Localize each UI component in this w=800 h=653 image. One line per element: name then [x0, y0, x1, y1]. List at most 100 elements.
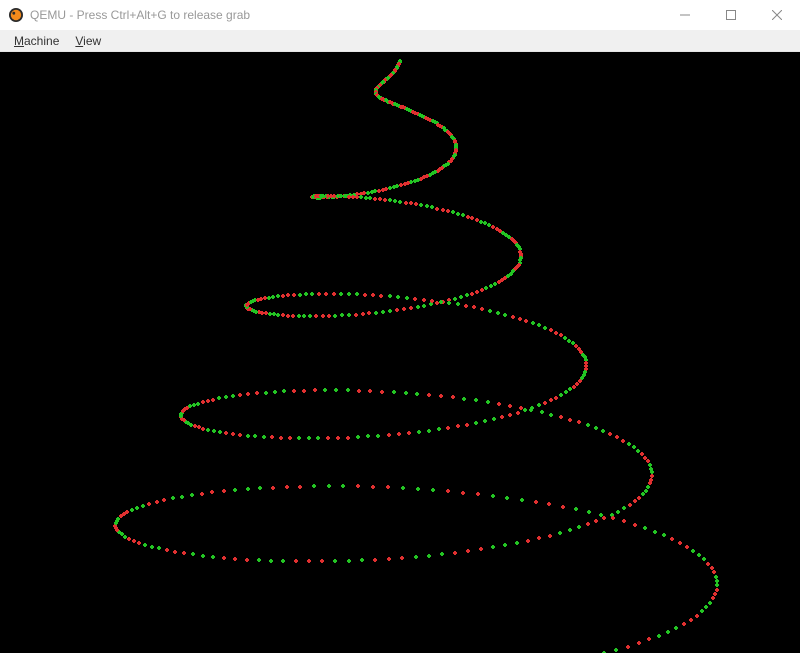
- spiral-dot: [403, 182, 407, 186]
- spiral-dot: [465, 423, 469, 427]
- spiral-dot: [327, 314, 331, 318]
- spiral-dot: [601, 429, 605, 433]
- spiral-dot: [302, 389, 306, 393]
- spiral-dot: [308, 314, 312, 318]
- spiral-dot: [446, 489, 450, 493]
- spiral-dot: [691, 549, 695, 553]
- spiral-dot: [282, 389, 286, 393]
- close-button[interactable]: [754, 0, 800, 30]
- spiral-dot: [368, 196, 372, 200]
- spiral-dot: [708, 601, 712, 605]
- spiral-dot: [201, 400, 205, 404]
- spiral-dot: [281, 313, 285, 317]
- spiral-dot: [210, 490, 214, 494]
- spiral-dot: [272, 312, 276, 316]
- spiral-dot: [685, 545, 689, 549]
- spiral-dot: [388, 186, 392, 190]
- spiral-dot: [451, 210, 455, 214]
- spiral-dot: [286, 314, 290, 318]
- spiral-dot: [486, 400, 490, 404]
- spiral-dot: [430, 205, 434, 209]
- spiral-dot: [480, 288, 484, 292]
- spiral-dot: [191, 552, 195, 556]
- spiral-dot: [483, 419, 487, 423]
- spiral-dot: [246, 392, 250, 396]
- minimize-button[interactable]: [662, 0, 708, 30]
- spiral-dot: [621, 439, 625, 443]
- spiral-dot: [453, 551, 457, 555]
- spiral-dot: [524, 319, 528, 323]
- emulator-viewport[interactable]: [0, 52, 800, 653]
- spiral-dot: [404, 391, 408, 395]
- maximize-button[interactable]: [708, 0, 754, 30]
- menu-machine[interactable]: Machine: [6, 32, 67, 50]
- spiral-dot: [561, 505, 565, 509]
- qemu-window: QEMU - Press Ctrl+Alt+G to release grab …: [0, 0, 800, 653]
- spiral-dot: [333, 559, 337, 563]
- titlebar[interactable]: QEMU - Press Ctrl+Alt+G to release grab: [0, 0, 800, 30]
- spiral-dot: [386, 485, 390, 489]
- spiral-dot: [222, 489, 226, 493]
- spiral-dot: [368, 389, 372, 393]
- spiral-dot: [425, 204, 429, 208]
- spiral-dot: [489, 284, 493, 288]
- spiral-dot: [549, 328, 553, 332]
- spiral-dot: [180, 495, 184, 499]
- spiral-dot: [268, 312, 272, 316]
- spiral-dot: [125, 510, 129, 514]
- spiral-dot: [222, 556, 226, 560]
- menubar: MachineView: [0, 30, 800, 52]
- spiral-dot: [157, 546, 161, 550]
- spiral-dot: [285, 485, 289, 489]
- spiral-dot: [366, 434, 370, 438]
- spiral-dot: [269, 559, 273, 563]
- spiral-dot: [379, 294, 383, 298]
- spiral-dot: [641, 492, 645, 496]
- spiral-dot: [377, 189, 381, 193]
- spiral-dot: [127, 537, 131, 541]
- spiral-dot: [616, 510, 620, 514]
- spiral-dot: [459, 295, 463, 299]
- spiral-dot: [700, 609, 704, 613]
- spiral-dot: [627, 442, 631, 446]
- spiral-dot: [395, 184, 399, 188]
- spiral-dot: [402, 307, 406, 311]
- spiral-dot: [414, 555, 418, 559]
- spiral-dot: [456, 424, 460, 428]
- spiral-dot: [310, 292, 314, 296]
- spiral-dot: [637, 496, 641, 500]
- spiral-dot: [451, 395, 455, 399]
- menu-view[interactable]: View: [67, 32, 109, 50]
- spiral-dot: [201, 554, 205, 558]
- spiral-dot: [547, 502, 551, 506]
- spiral-dot: [568, 387, 572, 391]
- spiral-dot: [697, 553, 701, 557]
- spiral-dot: [554, 396, 558, 400]
- spiral-dot: [456, 302, 460, 306]
- spiral-dot: [439, 394, 443, 398]
- spiral-dot: [326, 436, 330, 440]
- spiral-dot: [298, 293, 302, 297]
- spiral-dot: [212, 429, 216, 433]
- spiral-dot: [559, 333, 563, 337]
- spiral-dot: [321, 314, 325, 318]
- spiral-dot: [271, 486, 275, 490]
- spiral-dot: [492, 417, 496, 421]
- spiral-dot: [355, 292, 359, 296]
- spiral-dot: [405, 296, 409, 300]
- spiral-dot: [474, 398, 478, 402]
- spiral-dot: [143, 543, 147, 547]
- spiral-dot: [356, 484, 360, 488]
- spiral-dot: [440, 552, 444, 556]
- spiral-dot: [381, 310, 385, 314]
- spiral-dot: [273, 390, 277, 394]
- spiral-dot: [543, 401, 547, 405]
- spiral-dot: [376, 434, 380, 438]
- spiral-dot: [558, 531, 562, 535]
- spiral-dot: [464, 304, 468, 308]
- spiral-dot: [262, 435, 266, 439]
- spiral-dot: [279, 436, 283, 440]
- spiral-dot: [238, 393, 242, 397]
- spiral-dot: [336, 436, 340, 440]
- spiral-dot: [519, 406, 523, 410]
